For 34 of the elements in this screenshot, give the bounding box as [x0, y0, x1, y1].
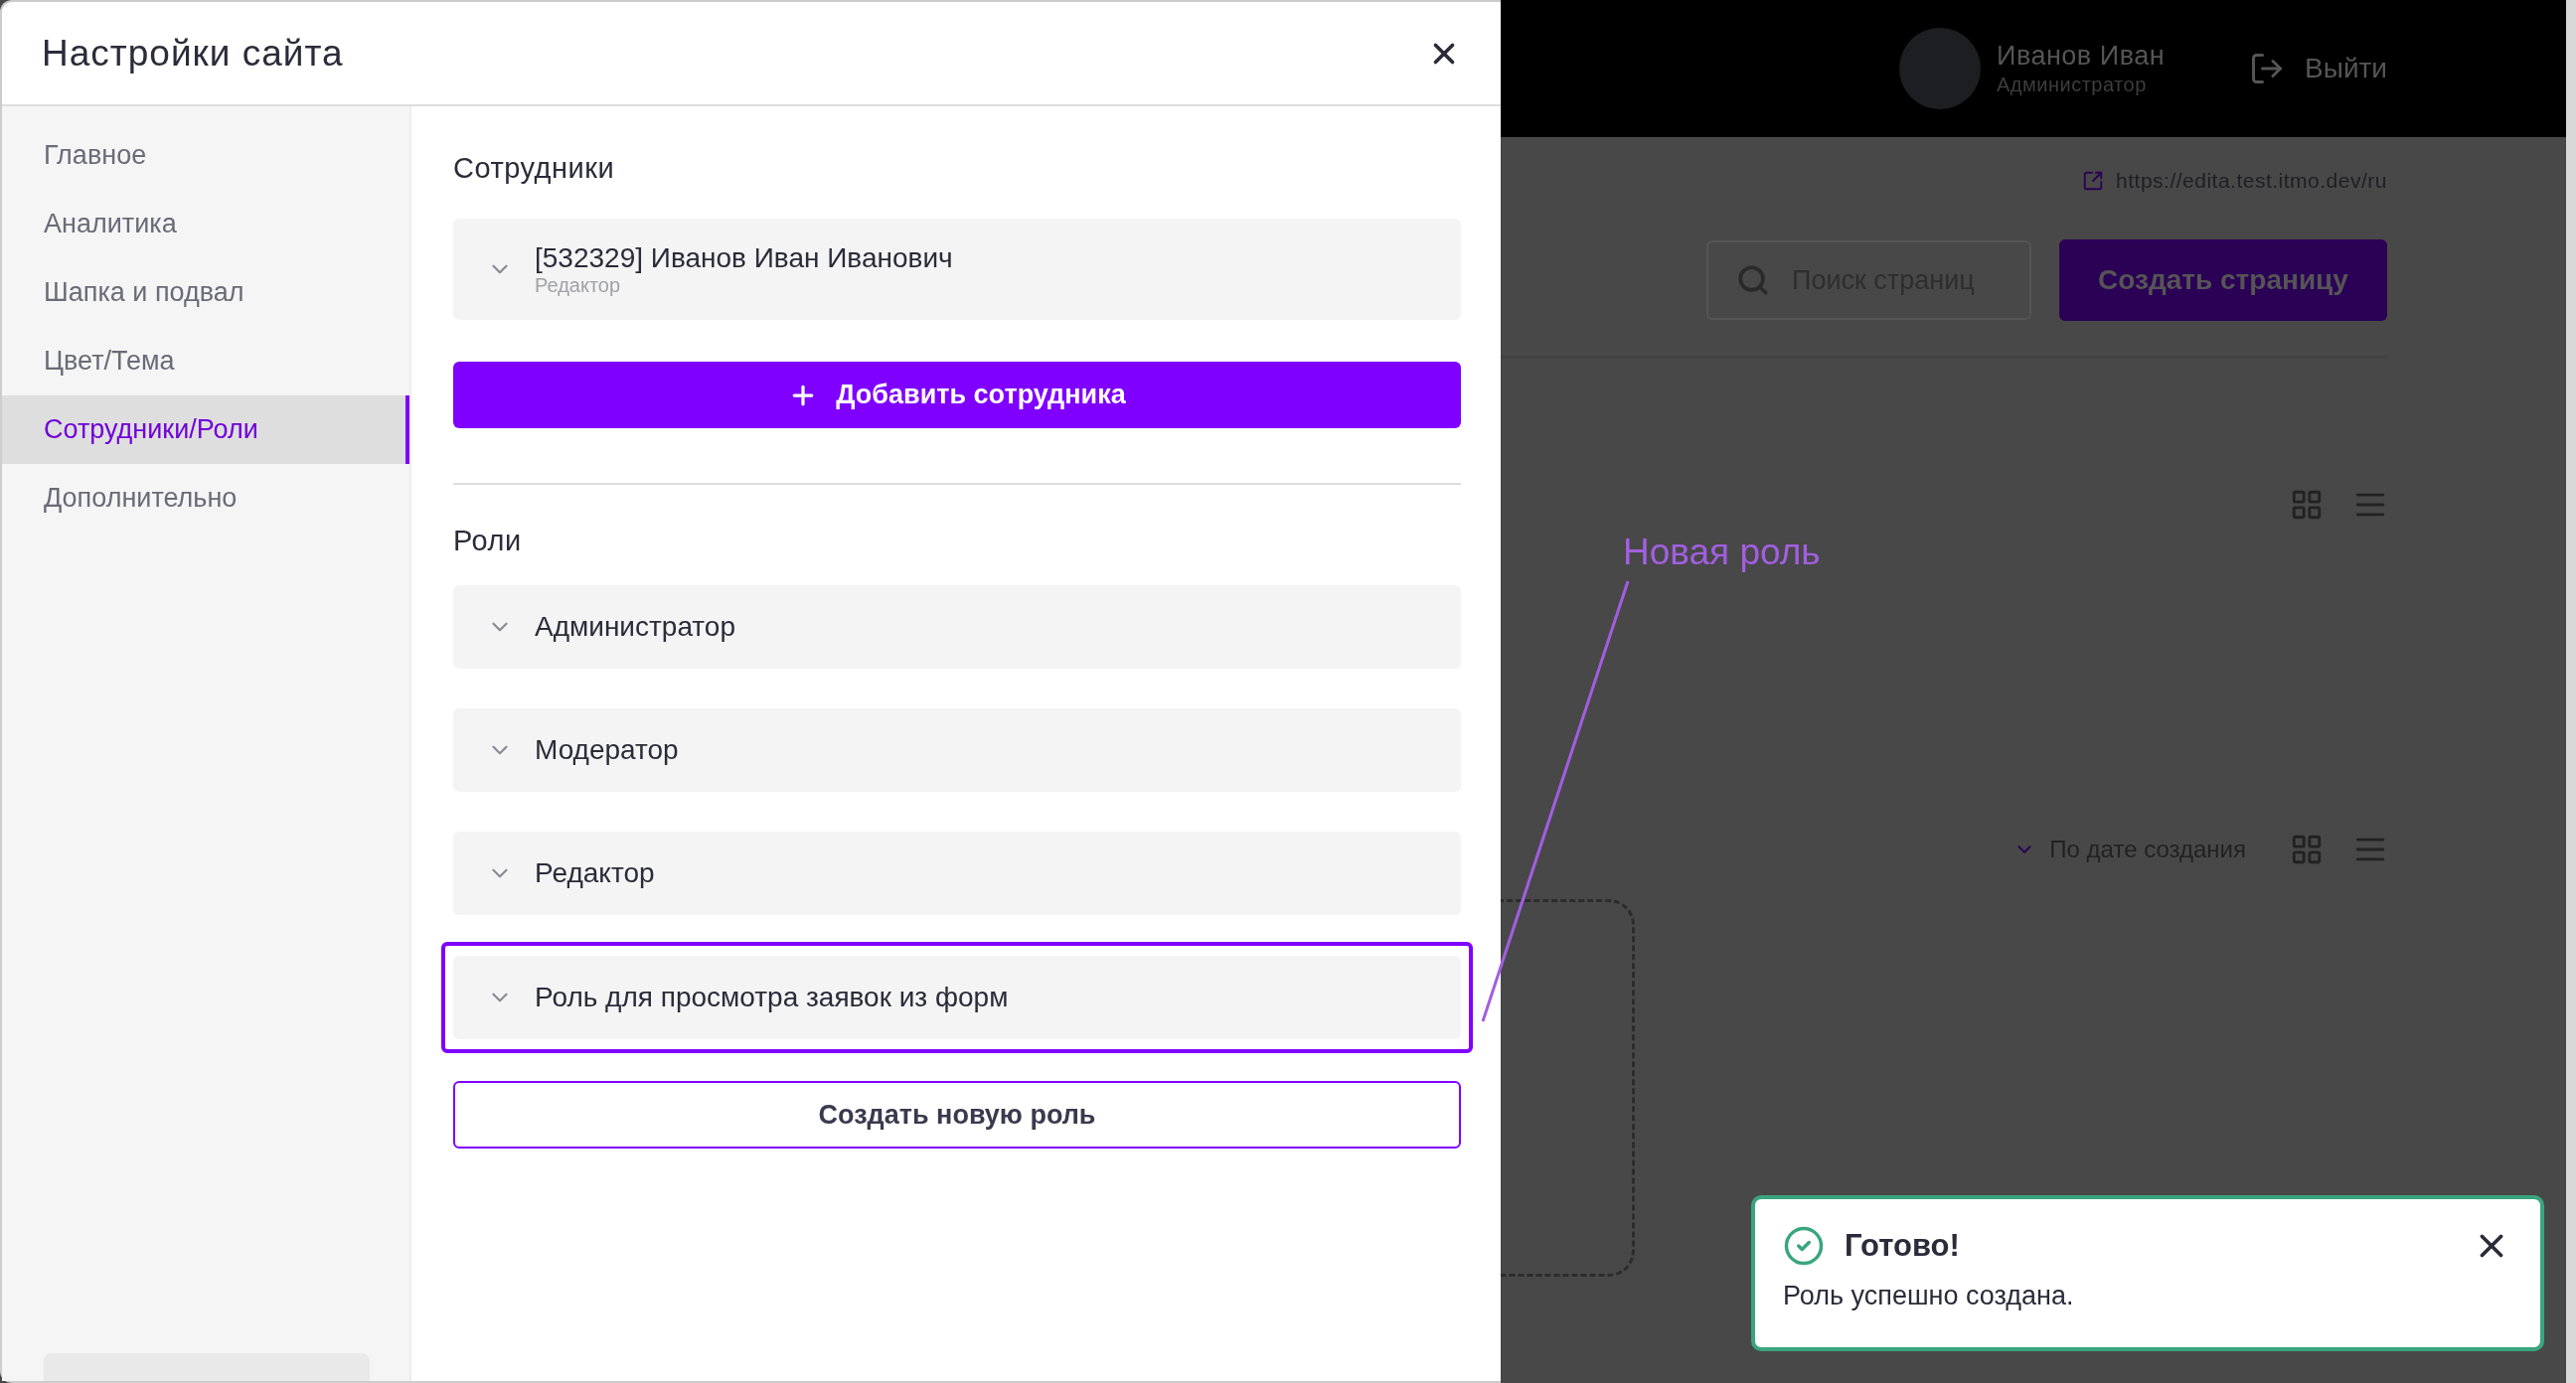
toast-message: Роль успешно создана. — [1783, 1281, 2075, 1311]
external-link-icon — [2082, 170, 2105, 192]
employee-name: [532329] Иванов Иван Иванович — [535, 241, 953, 274]
role-card[interactable]: Редактор — [453, 832, 1461, 915]
role-card[interactable]: Администратор — [453, 585, 1461, 669]
annotation-label: Новая роль — [1623, 532, 1821, 573]
logout-button[interactable]: Выйти — [2249, 51, 2387, 86]
user-name: Иванов Иван — [1997, 41, 2166, 72]
employee-card[interactable]: [532329] Иванов Иван Иванович Редактор — [453, 219, 1461, 320]
employee-role: Редактор — [535, 273, 622, 297]
user-role: Администратор — [1997, 74, 2148, 96]
role-name: Модератор — [535, 734, 679, 766]
section-heading: Сотрудники — [453, 152, 616, 185]
dialog-title: Настройки сайта — [42, 32, 344, 75]
role-card[interactable]: Модератор — [453, 708, 1461, 792]
role-card[interactable]: Роль для просмотра заявок из форм — [453, 956, 1461, 1039]
toast-title: Готово! — [1845, 1228, 1961, 1264]
create-role-button[interactable]: Создать новую роль — [453, 1081, 1461, 1149]
sidebar-item[interactable]: Шапка и подвал — [2, 258, 409, 327]
sidebar-item[interactable]: Дополнительно — [2, 464, 409, 533]
add-employee-button[interactable]: Добавить сотрудника — [453, 362, 1461, 428]
grid-view-icon[interactable] — [2290, 488, 2324, 522]
sidebar-footer-button[interactable] — [44, 1353, 370, 1381]
search-icon — [1736, 263, 1770, 297]
sidebar-item[interactable]: Цвет/Тема — [2, 327, 409, 395]
sidebar-item[interactable]: Аналитика — [2, 190, 409, 258]
section-heading: Роли — [453, 525, 523, 557]
role-name: Редактор — [535, 857, 655, 889]
role-name: Администратор — [535, 611, 735, 643]
role-name: Роль для просмотра заявок из форм — [535, 982, 1009, 1013]
grid-view-icon[interactable] — [2290, 833, 2324, 866]
sidebar-item[interactable]: Сотрудники/Роли — [2, 395, 409, 464]
sidebar-item[interactable]: Главное — [2, 121, 409, 190]
check-circle-icon — [1783, 1225, 1825, 1267]
